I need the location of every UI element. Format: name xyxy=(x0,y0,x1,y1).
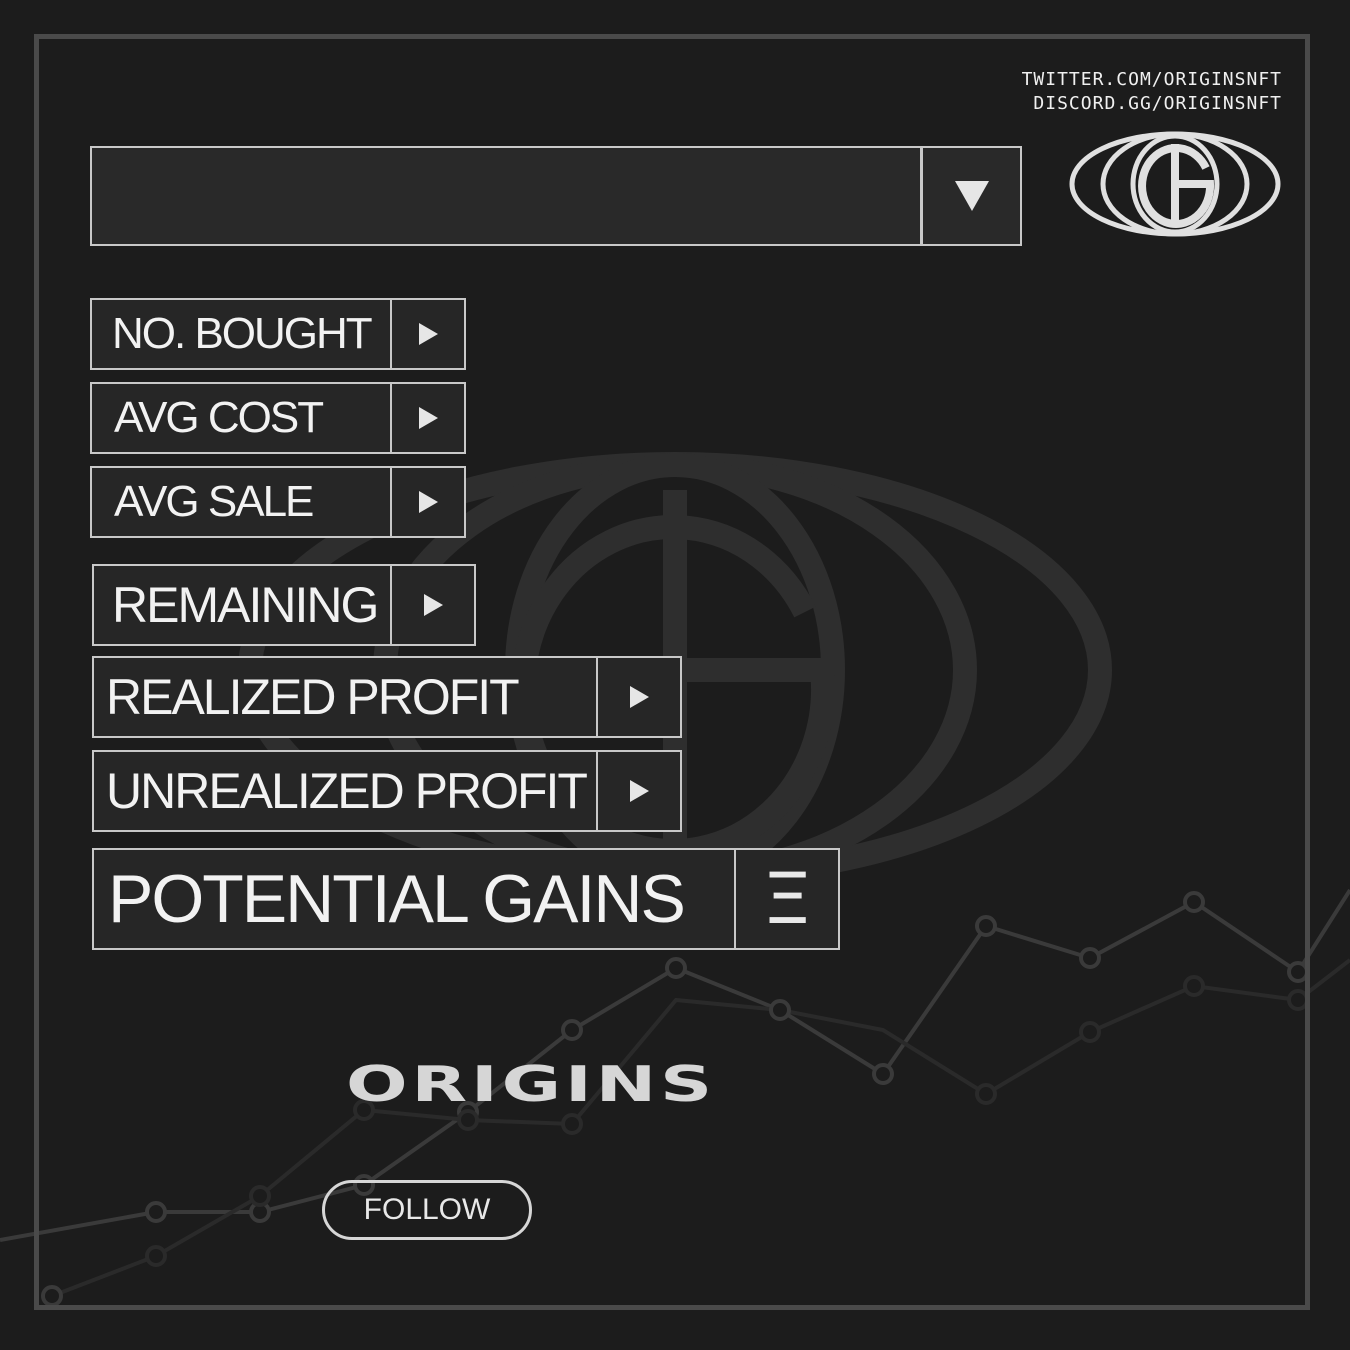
stat-remaining: REMAINING xyxy=(92,564,476,646)
play-icon xyxy=(629,686,649,708)
brand-wordmark: ORIGINS xyxy=(345,1055,717,1113)
stat-avg-sale: AVG SALE xyxy=(90,466,466,538)
play-icon xyxy=(423,594,443,616)
og-logo-icon xyxy=(1069,131,1281,237)
stat-label: UNREALIZED PROFIT xyxy=(106,763,588,819)
twitter-link[interactable]: TWITTER.COM/ORIGINSNFT xyxy=(1022,68,1282,92)
stat-potential-gains: POTENTIAL GAINS Ξ xyxy=(92,848,840,950)
stat-label: NO. BOUGHT xyxy=(112,309,373,358)
social-links: TWITTER.COM/ORIGINSNFT DISCORD.GG/ORIGIN… xyxy=(1022,68,1282,116)
stat-label: AVG SALE xyxy=(114,477,314,526)
expand-button[interactable] xyxy=(596,752,680,830)
triangle-down-icon xyxy=(954,181,989,211)
stat-label: REALIZED PROFIT xyxy=(106,669,520,725)
ethereum-icon: Ξ xyxy=(761,858,813,940)
discord-link[interactable]: DISCORD.GG/ORIGINSNFT xyxy=(1022,92,1282,116)
stat-realized-profit: REALIZED PROFIT xyxy=(92,656,682,738)
stat-label: POTENTIAL GAINS xyxy=(108,861,686,937)
expand-button[interactable] xyxy=(596,658,680,736)
play-icon xyxy=(418,407,438,429)
stat-unrealized-profit: UNREALIZED PROFIT xyxy=(92,750,682,832)
expand-button[interactable] xyxy=(390,300,464,368)
stat-label: AVG COST xyxy=(114,393,324,442)
stat-label: REMAINING xyxy=(112,577,379,633)
expand-button[interactable] xyxy=(390,384,464,452)
play-icon xyxy=(418,491,438,513)
follow-button[interactable]: FOLLOW xyxy=(322,1180,532,1240)
currency-box: Ξ xyxy=(734,850,838,948)
collection-select[interactable] xyxy=(90,146,1022,246)
stat-no-bought: NO. BOUGHT xyxy=(90,298,466,370)
play-icon xyxy=(418,323,438,345)
expand-button[interactable] xyxy=(390,468,464,536)
dropdown-toggle-button[interactable] xyxy=(920,148,1020,244)
stat-avg-cost: AVG COST xyxy=(90,382,466,454)
play-icon xyxy=(629,780,649,802)
expand-button[interactable] xyxy=(390,566,474,644)
